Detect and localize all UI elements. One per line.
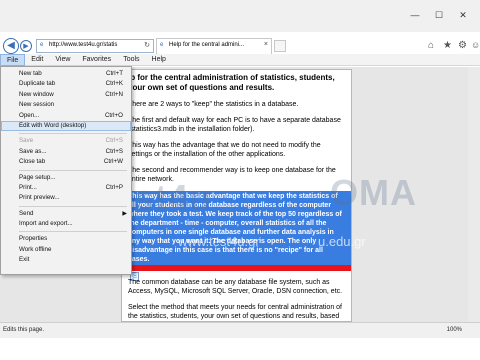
menu-help[interactable]: Help [146,54,172,66]
doc-paragraph-1: There are 2 ways to "keep" the statistic… [128,101,299,108]
menu-item-label: Page setup... [19,173,56,181]
menu-item-print[interactable]: Print... Ctrl+P [1,183,131,193]
menu-item-work-offline[interactable]: Work offline [1,245,131,255]
menu-item-new-tab[interactable]: New tab Ctrl+T [1,69,131,79]
menu-item-open[interactable]: Open... Ctrl+O [1,111,131,121]
menu-item-label: Close tab [19,158,46,166]
doc-paragraph-3: This way has the advantage that we do no… [128,142,321,158]
menu-separator [19,205,127,207]
document: lp for the central administration of sta… [121,69,352,322]
menu-item-shortcut: Ctrl+N [105,90,123,98]
minimize-button[interactable]: — [404,7,426,23]
back-button[interactable]: ◀ [3,38,19,54]
menu-item-label: Save as... [19,147,47,155]
menu-item-label: Work offline [19,245,52,253]
menu-item-label: Open... [19,111,40,119]
menu-item-label: Edit with Word (desktop) [19,121,87,129]
status-bar: Edits this page. 100% [0,322,480,338]
menu-item-shortcut: Ctrl+O [104,111,123,119]
tools-icon[interactable]: ⚙ [458,40,467,51]
menu-item-label: Send [19,209,34,217]
menu-view[interactable]: View [49,54,76,66]
menu-item-properties[interactable]: Properties [1,234,131,244]
menu-separator [19,169,127,171]
close-tab-icon[interactable]: × [264,41,268,48]
menu-item-exit[interactable]: Exit [1,255,131,265]
menu-item-import-export[interactable]: Import and export... [1,219,131,229]
menu-item-send[interactable]: Send ▶ [1,209,131,219]
home-icon[interactable]: ⌂ [428,40,434,51]
refresh-icon[interactable]: ↻ [144,41,150,49]
doc-paragraph-6: Select the method that meets your needs … [128,304,343,320]
menu-item-shortcut: Ctrl+K [105,80,123,88]
menu-item-close-tab[interactable]: Close tab Ctrl+W [1,157,131,167]
menu-item-label: Duplicate tab [19,80,56,88]
smile-icon[interactable]: ☺ [471,40,480,50]
doc-paragraph-4: The second and recommender way is to kee… [128,167,336,183]
menu-item-label: Save [19,137,34,145]
doc-heading: lp for the central administration of sta… [128,73,335,92]
taskbar [0,338,480,360]
tab-site-icon: e [160,42,164,48]
menu-tools[interactable]: Tools [117,54,145,66]
menu-item-label: Properties [19,235,48,243]
menu-file[interactable]: File [0,54,26,66]
forward-icon: ▶ [23,42,29,50]
menu-item-label: Print... [19,183,37,191]
menu-item-label: New session [19,101,55,109]
zoom-level[interactable]: 100% [447,327,462,333]
menu-item-new-session[interactable]: New session [1,100,131,110]
menu-bar: File Edit View Favorites Tools Help [0,54,480,66]
menu-separator [19,133,127,135]
address-bar[interactable]: e http://www.test4u.gr/statis ↻ [36,39,154,53]
file-menu: New tab Ctrl+T Duplicate tab Ctrl+K New wi… [0,66,132,275]
menu-item-new-window[interactable]: New window Ctrl+N [1,90,131,100]
menu-item-label: Import and export... [19,220,73,228]
doc-paragraph-5: The common database can be any database … [128,279,343,295]
status-text: Edits this page. [3,327,45,333]
active-tab[interactable]: e Help for the central admini... × [156,38,272,54]
submenu-arrow-icon: ▶ [122,210,127,217]
menu-item-page-setup[interactable]: Page setup... [1,173,131,183]
tab-title: Help for the central admini... [169,42,245,48]
menu-item-duplicate-tab[interactable]: Duplicate tab Ctrl+K [1,79,131,89]
address-text: http://www.test4u.gr/statis [49,42,118,48]
menu-item-edit-with-word[interactable]: Edit with Word (desktop) [1,120,131,132]
new-tab-button[interactable] [274,40,286,52]
menu-item-save: Save Ctrl+S [1,136,131,146]
menu-item-save-as[interactable]: Save as... Ctrl+S [1,147,131,157]
menu-favorites[interactable]: Favorites [76,54,117,66]
menu-item-print-preview[interactable]: Print preview... [1,193,131,203]
maximize-button[interactable]: ☐ [428,7,450,23]
close-window-button[interactable]: ✕ [452,7,474,23]
doc-paragraph-2: The first and default way for each PC is… [128,117,341,133]
menu-item-shortcut: Ctrl+W [103,158,123,166]
menu-item-shortcut: Ctrl+T [105,70,123,77]
menu-item-shortcut: Ctrl+P [105,183,123,191]
menu-item-shortcut: Ctrl+S [105,147,123,155]
menu-edit[interactable]: Edit [25,54,49,66]
menu-item-label: Exit [19,256,30,264]
site-icon: e [40,42,44,48]
favorites-icon[interactable]: ★ [443,40,452,51]
menu-item-label: Print preview... [19,194,60,202]
forward-button[interactable]: ▶ [20,40,32,52]
back-icon: ◀ [7,40,15,51]
menu-item-label: New tab [19,70,42,77]
selected-text[interactable]: This way has the basic advantage that we… [122,191,351,265]
menu-item-shortcut: Ctrl+S [105,137,123,145]
vertical-scrollbar[interactable] [468,67,480,322]
menu-item-label: New window [19,90,54,98]
menu-separator [19,231,127,233]
